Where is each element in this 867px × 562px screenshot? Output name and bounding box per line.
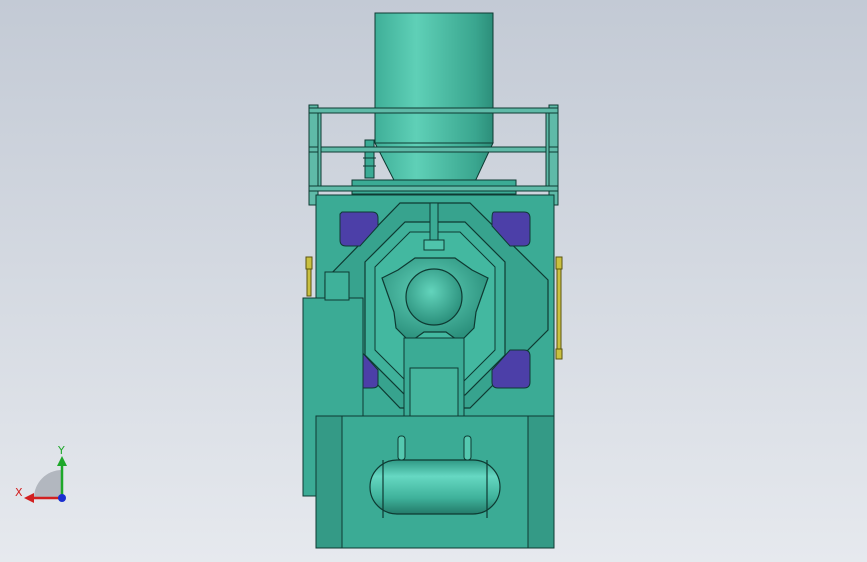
rotor-assembly[interactable] [381, 257, 489, 343]
cad-model-view[interactable] [0, 0, 867, 562]
orientation-triad: Y X [15, 444, 67, 503]
tank-valve-left [397, 435, 406, 461]
z-axis-dot [58, 494, 66, 502]
rotor-shaft [405, 268, 463, 326]
hopper[interactable] [374, 12, 494, 197]
discharge-chute [403, 337, 465, 417]
graphics-viewport[interactable]: Y X [0, 0, 867, 562]
vent-stud [363, 139, 376, 179]
x-axis-arrow [24, 493, 34, 503]
triad-disc [34, 470, 62, 498]
y-axis-arrow [57, 456, 67, 466]
y-axis-label: Y [57, 444, 65, 457]
x-axis-label: X [15, 486, 23, 499]
tank-valve-right [463, 435, 472, 461]
